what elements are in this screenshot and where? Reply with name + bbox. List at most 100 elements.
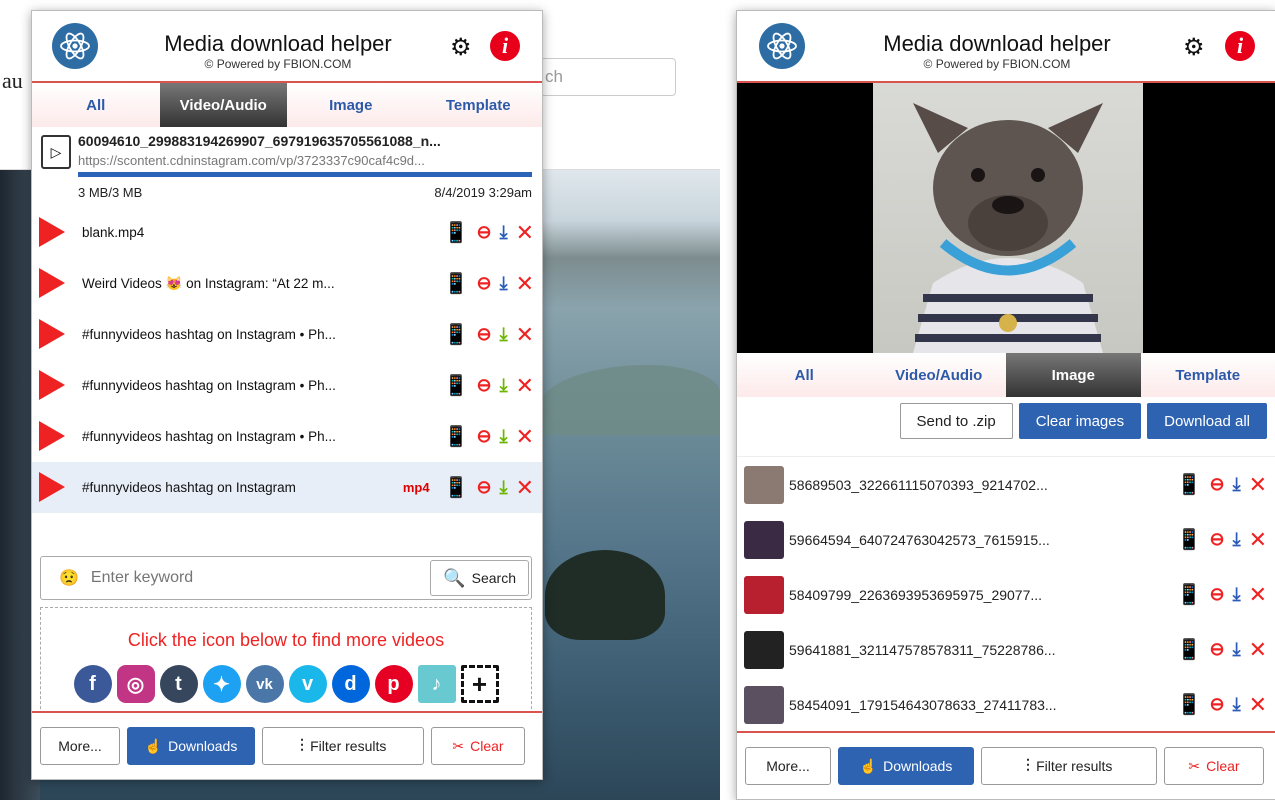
image-list-item[interactable]: 58409799_2263693953695975_29077... 📱 ⊖ ⤓ ✕	[737, 567, 1275, 622]
info-icon[interactable]: i	[490, 31, 520, 61]
vk-icon[interactable]: vk	[245, 665, 284, 703]
image-thumbnail[interactable]	[744, 576, 784, 614]
video-list-item[interactable]: blank.mp4 📱 ⊖ ⤓ ✕	[32, 207, 542, 258]
image-thumbnail[interactable]	[744, 631, 784, 669]
copy-link-icon[interactable]: ⊖	[1210, 694, 1225, 715]
send-to-phone-icon[interactable]: 📱	[444, 322, 469, 347]
dailymotion-icon[interactable]: d	[331, 665, 370, 703]
send-to-phone-icon[interactable]: 📱	[1177, 527, 1202, 552]
download-icon[interactable]: ⤓	[500, 273, 508, 294]
vimeo-icon[interactable]: v	[288, 665, 327, 703]
download-icon[interactable]: ⤓	[500, 222, 508, 243]
download-icon[interactable]: ⤓	[1233, 474, 1241, 495]
image-list-item[interactable]: 58689503_322661115070393_9214702... 📱 ⊖ ⤓ ✕	[737, 457, 1275, 512]
play-icon[interactable]	[39, 370, 65, 400]
play-icon[interactable]	[39, 472, 65, 502]
play-icon[interactable]	[39, 217, 65, 247]
video-list-item[interactable]: #funnyvideos hashtag on Instagram • Ph..…	[32, 411, 542, 462]
download-icon[interactable]: ⤓	[500, 375, 508, 396]
remove-icon[interactable]: ✕	[516, 220, 534, 246]
downloads-button[interactable]: ☝ Downloads	[127, 727, 255, 765]
more-button[interactable]: More...	[40, 727, 120, 765]
remove-icon[interactable]: ✕	[516, 424, 534, 450]
send-to-phone-icon[interactable]: 📱	[1177, 582, 1202, 607]
copy-link-icon[interactable]: ⊖	[477, 273, 492, 294]
send-to-zip-button[interactable]: Send to .zip	[899, 403, 1013, 439]
video-list-item[interactable]: Weird Videos 😻 on Instagram: “At 22 m...…	[32, 258, 542, 309]
send-to-phone-icon[interactable]: 📱	[444, 424, 469, 449]
play-icon[interactable]	[39, 319, 65, 349]
remove-icon[interactable]: ✕	[516, 373, 534, 399]
play-icon[interactable]	[39, 268, 65, 298]
copy-link-icon[interactable]: ⊖	[1210, 584, 1225, 605]
tab-template[interactable]: Template	[415, 83, 543, 127]
copy-link-icon[interactable]: ⊖	[477, 222, 492, 243]
image-list-item[interactable]: 59641881_321147578578311_75228786... 📱 ⊖ ⤓ ✕	[737, 622, 1275, 677]
video-list-item[interactable]: #funnyvideos hashtag on Instagram mp4 📱 ⊖ ⤓ ✕	[32, 462, 542, 513]
video-list-item[interactable]: #funnyvideos hashtag on Instagram • Ph..…	[32, 309, 542, 360]
clear-images-button[interactable]: Clear images	[1018, 403, 1142, 439]
send-to-phone-icon[interactable]: 📱	[444, 220, 469, 245]
remove-icon[interactable]: ✕	[1249, 527, 1267, 553]
tab-template[interactable]: Template	[1141, 353, 1275, 397]
atom-logo-icon[interactable]	[52, 23, 98, 69]
tab-video-audio[interactable]: Video/Audio	[159, 83, 287, 127]
tiktok-icon[interactable]: ♪	[417, 665, 456, 703]
video-list-item[interactable]: #funnyvideos hashtag on Instagram • Ph..…	[32, 360, 542, 411]
image-thumbnail[interactable]	[744, 521, 784, 559]
tab-all[interactable]: All	[32, 83, 160, 127]
play-icon[interactable]	[39, 421, 65, 451]
download-icon[interactable]: ⤓	[500, 324, 508, 345]
copy-link-icon[interactable]: ⊖	[477, 426, 492, 447]
remove-icon[interactable]: ✕	[1249, 472, 1267, 498]
filter-results-button[interactable]: ⫶ Filter results	[981, 747, 1157, 785]
send-to-phone-icon[interactable]: 📱	[1177, 692, 1202, 717]
send-to-phone-icon[interactable]: 📱	[444, 373, 469, 398]
remove-icon[interactable]: ✕	[516, 271, 534, 297]
download-icon[interactable]: ⤓	[1233, 584, 1241, 605]
image-thumbnail[interactable]	[744, 466, 784, 504]
remove-icon[interactable]: ✕	[516, 322, 534, 348]
copy-link-icon[interactable]: ⊖	[477, 477, 492, 498]
keyword-input[interactable]	[78, 559, 431, 597]
tumblr-icon[interactable]: t	[159, 665, 198, 703]
facebook-icon[interactable]: f	[73, 665, 112, 703]
tab-all[interactable]: All	[737, 353, 872, 397]
settings-gears-icon[interactable]: ⚙	[1183, 33, 1205, 62]
remove-icon[interactable]: ✕	[1249, 692, 1267, 718]
add-site-icon[interactable]: +	[460, 665, 499, 703]
tab-image[interactable]: Image	[1006, 353, 1141, 397]
send-to-phone-icon[interactable]: 📱	[1177, 472, 1202, 497]
downloads-button[interactable]: ☝ Downloads	[838, 747, 974, 785]
copy-link-icon[interactable]: ⊖	[477, 324, 492, 345]
image-list-item[interactable]: 58454091_179154643078633_27411783... 📱 ⊖ ⤓ ✕	[737, 677, 1275, 732]
background-search-input[interactable]: ch	[540, 58, 676, 96]
remove-icon[interactable]: ✕	[1249, 582, 1267, 608]
download-icon[interactable]: ⤓	[1233, 639, 1241, 660]
tab-video-audio[interactable]: Video/Audio	[872, 353, 1007, 397]
copy-link-icon[interactable]: ⊖	[1210, 474, 1225, 495]
copy-link-icon[interactable]: ⊖	[1210, 639, 1225, 660]
copy-link-icon[interactable]: ⊖	[477, 375, 492, 396]
clear-button[interactable]: ✂ Clear	[431, 727, 525, 765]
download-icon[interactable]: ⤓	[1233, 529, 1241, 550]
atom-logo-icon[interactable]	[759, 23, 805, 69]
download-all-button[interactable]: Download all	[1147, 403, 1267, 439]
filter-results-button[interactable]: ⫶ Filter results	[262, 727, 424, 765]
image-thumbnail[interactable]	[744, 686, 784, 724]
instagram-icon[interactable]: ◎	[116, 665, 155, 703]
download-icon[interactable]: ⤓	[500, 477, 508, 498]
more-button[interactable]: More...	[745, 747, 831, 785]
download-url[interactable]: https://scontent.cdninstagram.com/vp/372…	[78, 153, 532, 168]
tab-image[interactable]: Image	[287, 83, 415, 127]
image-list-item[interactable]: 59664594_640724763042573_7615915... 📱 ⊖ ⤓ ✕	[737, 512, 1275, 567]
send-to-phone-icon[interactable]: 📱	[1177, 637, 1202, 662]
send-to-phone-icon[interactable]: 📱	[444, 475, 469, 500]
pinterest-icon[interactable]: p	[374, 665, 413, 703]
current-download[interactable]: ▷ 60094610_299883194269907_6979196357055…	[32, 127, 542, 207]
download-icon[interactable]: ⤓	[500, 426, 508, 447]
info-icon[interactable]: i	[1225, 31, 1255, 61]
remove-icon[interactable]: ✕	[1249, 637, 1267, 663]
image-preview[interactable]	[737, 83, 1275, 353]
twitter-icon[interactable]: ✦	[202, 665, 241, 703]
